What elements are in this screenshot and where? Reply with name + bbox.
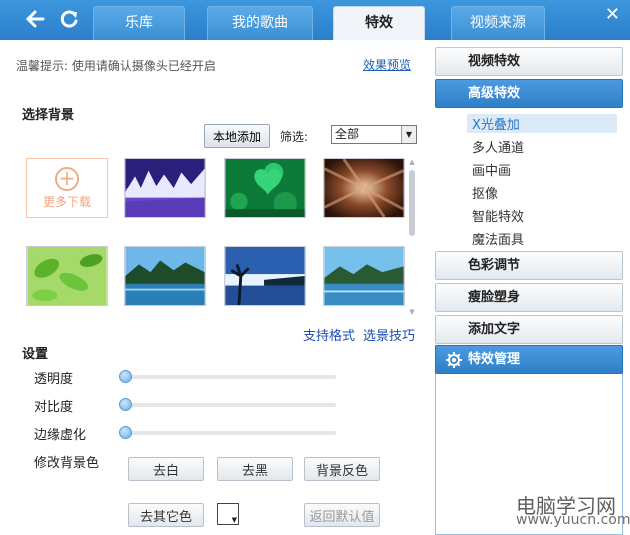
gear-icon (446, 352, 462, 368)
filter-label: 筛选: (280, 130, 309, 144)
effect-item-keying[interactable]: 抠像 (472, 183, 498, 202)
dropdown-arrow-icon: ▼ (231, 516, 237, 524)
slider-knob[interactable] (119, 398, 132, 411)
top-bar: 乐库 我的歌曲 特效 视频来源 ✕ (0, 0, 630, 40)
more-download-tile[interactable]: + 更多下载 (26, 158, 108, 218)
watermark-url: www.yuucn.com (516, 512, 630, 528)
invert-background-button[interactable]: 背景反色 (304, 457, 380, 481)
remove-white-button[interactable]: 去白 (128, 457, 204, 481)
effect-item-pip[interactable]: 画中画 (472, 160, 511, 179)
opacity-slider[interactable] (119, 370, 336, 383)
remove-black-button[interactable]: 去黑 (217, 457, 293, 481)
settings-title: 设置 (22, 347, 49, 362)
advanced-effects-header[interactable]: 高级特效 (435, 79, 623, 108)
back-arrow-icon[interactable] (24, 8, 46, 30)
bg-color-label: 修改背景色 (34, 456, 100, 471)
background-thumbnail[interactable] (224, 246, 306, 306)
remove-other-color-button[interactable]: 去其它色 (128, 503, 204, 527)
background-thumbnail[interactable] (323, 158, 405, 218)
effects-manager-header[interactable]: 特效管理 (435, 345, 623, 374)
refresh-icon[interactable] (58, 8, 80, 30)
color-picker[interactable]: ▼ (217, 503, 239, 525)
background-tips-link[interactable]: 选景技巧 (363, 325, 415, 344)
scroll-thumb[interactable] (409, 170, 415, 236)
effect-item-smart[interactable]: 智能特效 (472, 206, 524, 225)
local-add-button[interactable]: 本地添加 (204, 124, 270, 148)
plus-icon: + (55, 167, 79, 191)
support-format-link[interactable]: 支持格式 (303, 325, 355, 344)
scroll-up-icon[interactable]: ▲ (407, 158, 417, 166)
face-shaping-header[interactable]: 瘦脸塑身 (435, 283, 623, 312)
scroll-down-icon[interactable]: ▼ (407, 308, 417, 316)
more-download-label: 更多下载 (42, 195, 91, 209)
filter-select[interactable]: 全部 ▼ (331, 125, 417, 144)
tab-music-library[interactable]: 乐库 (93, 6, 185, 40)
effect-item-multi-channel[interactable]: 多人通道 (472, 137, 524, 156)
tab-my-songs[interactable]: 我的歌曲 (207, 6, 313, 40)
edge-blur-slider[interactable] (119, 426, 336, 439)
background-thumbnail[interactable] (26, 246, 108, 306)
thumbnail-scrollbar[interactable]: ▲ ▼ (407, 158, 417, 318)
filter-value: 全部 (335, 127, 360, 141)
effects-manager-label: 特效管理 (468, 352, 521, 367)
background-thumbnail[interactable] (224, 158, 306, 218)
slider-knob[interactable] (119, 370, 132, 383)
slider-knob[interactable] (119, 426, 132, 439)
restore-default-button[interactable]: 返回默认值 (304, 503, 380, 527)
contrast-slider[interactable] (119, 398, 336, 411)
effect-item-magic-mask[interactable]: 魔法面具 (472, 229, 524, 248)
effect-item-xray[interactable]: X光叠加 (467, 114, 617, 133)
camera-tip: 温馨提示: 使用请确认摄像头已经开启 (16, 59, 216, 73)
preview-link[interactable]: 效果预览 (363, 56, 411, 73)
tab-effects[interactable]: 特效 (333, 6, 425, 40)
edge-blur-label: 边缘虚化 (34, 428, 87, 443)
color-adjust-header[interactable]: 色彩调节 (435, 251, 623, 280)
tab-video-source[interactable]: 视频来源 (451, 6, 545, 40)
background-thumbnail[interactable] (323, 246, 405, 306)
close-icon[interactable]: ✕ (605, 4, 620, 25)
background-thumbnail[interactable] (124, 246, 206, 306)
effects-category-panel: 视频特效 高级特效 X光叠加 多人通道 画中画 抠像 智能特效 魔法面具 色彩调… (432, 40, 630, 535)
background-section-title: 选择背景 (22, 108, 75, 123)
add-text-header[interactable]: 添加文字 (435, 315, 623, 344)
background-thumbnail[interactable] (124, 158, 206, 218)
opacity-label: 透明度 (34, 372, 74, 387)
dropdown-arrow-icon: ▼ (401, 126, 416, 143)
video-effects-header[interactable]: 视频特效 (435, 47, 623, 76)
contrast-label: 对比度 (34, 400, 74, 415)
